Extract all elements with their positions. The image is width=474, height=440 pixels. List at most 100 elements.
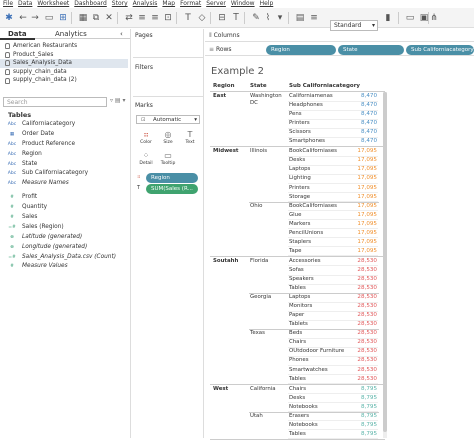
state-label: Illinois <box>250 148 268 155</box>
collapse-icon[interactable]: ‹ <box>120 29 123 39</box>
view-size-icon[interactable]: ▮ <box>382 12 394 24</box>
sort-desc-icon[interactable]: ≡ <box>149 12 161 24</box>
totals-icon[interactable]: ▤ <box>294 12 306 24</box>
database-icon <box>5 43 10 50</box>
rows-pill-state[interactable]: State <box>338 45 404 55</box>
color-button[interactable]: ⠶ Color <box>137 129 155 147</box>
field-item[interactable]: # Profit <box>0 193 128 203</box>
presentation-icon[interactable]: ▭ <box>404 12 416 24</box>
field-item[interactable]: # Sales <box>0 213 128 223</box>
state-label: Ohio <box>250 202 263 209</box>
field-label: State <box>22 160 38 167</box>
new-datasource-icon[interactable]: ⊞ <box>57 12 69 24</box>
field-label: Longitude (generated) <box>22 243 88 250</box>
dropdown-icon[interactable]: ▾ <box>274 12 286 24</box>
highlight-icon[interactable]: ◇ <box>196 12 208 24</box>
new-worksheet-icon[interactable]: ▦ <box>77 12 89 24</box>
field-options-icon[interactable]: ▿ ▤ ▾ <box>110 97 126 104</box>
datasource-item[interactable]: supply_chain_data <box>0 68 128 77</box>
field-item[interactable]: Abc State <box>0 160 128 170</box>
field-item[interactable]: ⊕ Latitude (generated) <box>0 233 128 243</box>
datasource-label: American Restaurants <box>13 43 78 49</box>
field-item[interactable]: # Quantity <box>0 203 128 213</box>
fix-axes-icon[interactable]: ⊟ <box>216 12 228 24</box>
menu-help[interactable]: Help <box>260 0 274 8</box>
show-cards-icon[interactable]: ≡ <box>308 12 320 24</box>
field-item[interactable]: # Measure Values <box>0 262 128 272</box>
search-input[interactable]: Search <box>3 97 107 107</box>
save-icon[interactable]: ▭ <box>43 12 55 24</box>
detail-icon: ⁘ <box>142 151 150 160</box>
menu-data[interactable]: Data <box>18 0 32 8</box>
field-item[interactable]: ⊕ Longitude (generated) <box>0 243 128 253</box>
field-item[interactable]: =# Sales_Analysis_Data.csv (Count) <box>0 253 128 263</box>
region-label: West <box>213 385 229 392</box>
field-item[interactable]: ▦ Order Date <box>0 130 128 140</box>
field-label: Quantity <box>22 204 48 211</box>
menu-file[interactable]: File <box>3 0 13 8</box>
columns-shelf[interactable]: ⦀ Columns <box>205 29 474 42</box>
pin-icon[interactable]: ⌇ <box>262 12 274 24</box>
field-item[interactable]: =# Sales (Region) <box>0 223 128 233</box>
text-button[interactable]: T Text <box>181 129 199 147</box>
field-type-icon: ⊕ <box>10 234 14 240</box>
pen-icon[interactable]: ✎ <box>250 12 262 24</box>
vertical-scrollbar[interactable] <box>383 92 387 438</box>
menu-analysis[interactable]: Analysis <box>133 0 158 8</box>
toolbar: ✱ ← → ▭ ⊞ ▦ ⧉ ✕ ⇄ ≡ ≡ ⊡ T ◇ ⊟ Ｔ ✎ ⌇ ▾ ▤ … <box>0 8 474 31</box>
undo-label-icon[interactable]: Ｔ <box>230 12 242 24</box>
field-label: Measure Names <box>22 180 69 187</box>
field-label: Order Date <box>22 130 55 137</box>
label-icon[interactable]: T <box>182 12 194 24</box>
datasource-item[interactable]: Sales_Analysis_Data <box>0 59 128 68</box>
view-title: Example 2 <box>211 66 264 77</box>
rows-pill-region[interactable]: Region <box>266 45 336 55</box>
duplicate-icon[interactable]: ⧉ <box>90 12 102 24</box>
state-label: Utah <box>250 412 263 419</box>
datasource-item[interactable]: supply_chain_data (2) <box>0 76 128 85</box>
field-item[interactable]: Abc Sub Californiacategory <box>0 169 128 179</box>
menu-format[interactable]: Format <box>180 0 201 8</box>
field-item[interactable]: Abc Region <box>0 150 128 160</box>
share-icon[interactable]: ⋔ <box>428 12 440 24</box>
menu-worksheet[interactable]: Worksheet <box>37 0 69 8</box>
datasource-item[interactable]: Product_Sales <box>0 51 128 60</box>
tab-analytics[interactable]: Analytics <box>55 29 87 39</box>
menu-story[interactable]: Story <box>112 0 128 8</box>
tableau-logo-icon[interactable]: ✱ <box>3 12 15 24</box>
field-type-icon: # <box>10 205 14 211</box>
back-icon[interactable]: ← <box>17 12 29 24</box>
marks-pill-region[interactable]: Region <box>146 173 198 183</box>
field-type-icon: =# <box>8 224 16 230</box>
scrollbar-thumb[interactable] <box>383 92 387 432</box>
detail-button[interactable]: ⁘ Detail <box>137 150 155 168</box>
header-state: State <box>250 83 267 89</box>
state-label: Texas <box>250 330 265 337</box>
menu-server[interactable]: Server <box>206 0 226 8</box>
menu-window[interactable]: Window <box>231 0 255 8</box>
field-item[interactable]: Abc Product Reference <box>0 140 128 150</box>
rows-pill-sub-category[interactable]: Sub Californiacategory <box>406 45 474 55</box>
field-label: Latitude (generated) <box>22 233 83 240</box>
size-button[interactable]: ◎ Size <box>159 129 177 147</box>
forward-icon[interactable]: → <box>29 12 41 24</box>
swap-icon[interactable]: ⇄ <box>123 12 135 24</box>
field-item[interactable]: Abc Californiacategory <box>0 120 128 130</box>
menu-map[interactable]: Map <box>162 0 175 8</box>
header-sub-category: Sub Californiacategory <box>289 83 360 89</box>
tooltip-button[interactable]: ▭ Tooltip <box>159 150 177 168</box>
region-label: East <box>213 93 227 99</box>
field-label: Sales (Region) <box>22 223 64 230</box>
field-item[interactable]: Abc Measure Names <box>0 179 128 189</box>
field-label: Measure Values <box>22 263 68 270</box>
group-icon[interactable]: ⊡ <box>162 12 174 24</box>
field-type-icon: =# <box>8 254 16 260</box>
menu-dashboard[interactable]: Dashboard <box>74 0 107 8</box>
field-type-icon: Abc <box>7 161 17 167</box>
marks-pill-sum-sales[interactable]: SUM(Sales (R... <box>146 184 198 194</box>
clear-icon[interactable]: ✕ <box>103 12 115 24</box>
datasource-item[interactable]: American Restaurants <box>0 42 128 51</box>
sort-asc-icon[interactable]: ≡ <box>136 12 148 24</box>
mark-type-select[interactable]: ⊡ Automatic ▾ <box>136 115 200 124</box>
field-type-icon: Abc <box>7 122 17 127</box>
